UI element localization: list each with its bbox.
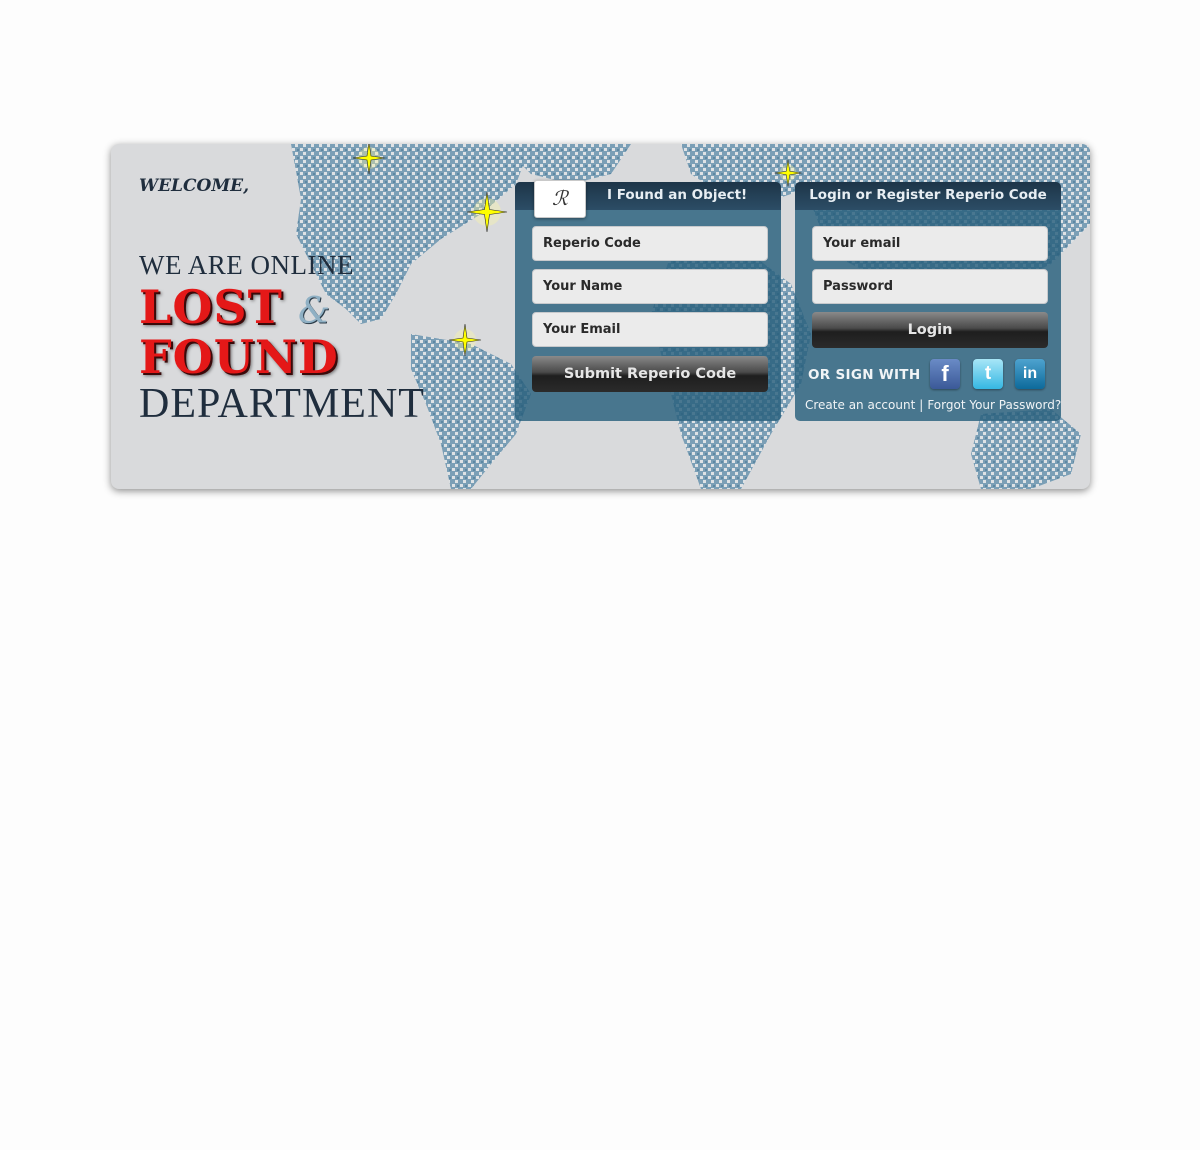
link-separator: | — [919, 398, 924, 412]
account-links: Create an account | Forgot Your Password? — [805, 398, 1061, 412]
login-email-input[interactable] — [812, 226, 1048, 261]
forgot-password-link[interactable]: Forgot Your Password? — [927, 398, 1061, 412]
found-line: FOUND — [139, 330, 339, 384]
sparkle-star-icon — [466, 191, 508, 233]
password-input[interactable] — [812, 269, 1048, 304]
lost-word: LOST — [139, 280, 283, 334]
found-panel-title: I Found an Object! — [607, 187, 748, 203]
department-text: DEPARTMENT — [139, 381, 425, 427]
lost-line: LOST & — [139, 280, 330, 334]
login-panel: Login or Register Reperio Code Login OR … — [795, 182, 1061, 421]
login-button[interactable]: Login — [812, 312, 1048, 348]
found-object-panel: I Found an Object! ℛ Submit Reperio Code — [515, 180, 781, 421]
twitter-icon[interactable]: t — [973, 359, 1003, 389]
found-email-input[interactable] — [532, 312, 768, 347]
welcome-text: WELCOME, — [139, 176, 250, 196]
submit-reperio-code-button[interactable]: Submit Reperio Code — [532, 356, 768, 392]
sparkle-star-icon — [352, 144, 386, 175]
reperio-code-input[interactable] — [532, 226, 768, 261]
reperio-logo-icon: ℛ — [534, 180, 586, 218]
login-panel-title: Login or Register Reperio Code — [809, 187, 1047, 203]
create-account-link[interactable]: Create an account — [805, 398, 915, 412]
name-input[interactable] — [532, 269, 768, 304]
found-word: FOUND — [139, 330, 339, 384]
or-sign-with-label: OR SIGN WITH — [808, 367, 921, 383]
sparkle-star-icon — [448, 323, 482, 357]
hero-banner: WELCOME, WE ARE ONLINE LOST & FOUND DEPA… — [111, 144, 1090, 489]
ampersand: & — [297, 291, 331, 332]
linkedin-icon[interactable]: in — [1015, 359, 1045, 389]
login-panel-header: Login or Register Reperio Code — [795, 182, 1061, 210]
welcome-block: WELCOME, — [139, 176, 249, 196]
online-text: WE ARE ONLINE — [139, 250, 354, 280]
facebook-icon[interactable]: f — [930, 359, 960, 389]
